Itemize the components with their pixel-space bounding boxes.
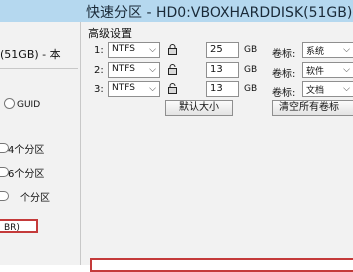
- guid-radio[interactable]: GUID: [4, 98, 40, 110]
- highlight-box: [90, 258, 353, 272]
- radio-custom-partitions-label: 个分区: [20, 193, 50, 204]
- volume-label-select-3[interactable]: 文档 ⌵: [302, 81, 353, 97]
- filesystem-select-2[interactable]: NTFS ⌵: [108, 62, 160, 78]
- volume-label-value: 系统: [306, 47, 325, 57]
- size-input-2[interactable]: 13: [206, 62, 239, 78]
- unlock-icon[interactable]: [168, 83, 177, 94]
- volume-label-value: 文档: [306, 86, 325, 96]
- partition-row-3: 3: NTFS ⌵ 13 GB 卷标: 文档 ⌵: [94, 81, 353, 99]
- radio-4-partitions-label: 4个分区: [8, 145, 45, 156]
- partition-row-2: 2: NTFS ⌵ 13 GB 卷标: 软件 ⌵: [94, 62, 353, 80]
- volume-label-select-1[interactable]: 系统 ⌵: [302, 42, 353, 58]
- chevron-down-icon: ⌵: [343, 65, 350, 75]
- filesystem-select-1[interactable]: NTFS ⌵: [108, 42, 160, 58]
- radio-6-partitions-label: 6个分区: [8, 169, 45, 180]
- row-number: 1:: [94, 45, 104, 56]
- row-number: 3:: [94, 84, 104, 95]
- chevron-down-icon: ⌵: [343, 45, 350, 55]
- volume-label-title: 卷标:: [272, 49, 296, 60]
- radio-dot-icon: [4, 98, 15, 109]
- filesystem-select-3[interactable]: NTFS ⌵: [108, 81, 160, 97]
- volume-label-title: 卷标:: [272, 69, 296, 80]
- volume-label-value: 软件: [306, 67, 325, 77]
- unlock-icon[interactable]: [168, 64, 177, 75]
- volume-label-title: 卷标:: [272, 88, 296, 99]
- volume-label-select-2[interactable]: 软件 ⌵: [302, 62, 353, 78]
- window-title: 快速分区 - HD0:VBOXHARDDISK(51GB): [86, 5, 353, 21]
- filesystem-value: NTFS: [112, 83, 135, 93]
- size-unit: GB: [244, 84, 258, 94]
- partition-row-1: 1: NTFS ⌵ 25 GB 卷标: 系统 ⌵: [94, 42, 353, 60]
- left-divider-line: [0, 68, 78, 69]
- advanced-settings-title: 高级设置: [88, 27, 132, 40]
- filesystem-value: NTFS: [112, 64, 135, 74]
- chevron-down-icon: ⌵: [149, 45, 156, 55]
- chevron-down-icon: ⌵: [343, 84, 350, 94]
- default-size-button[interactable]: 默认大小: [165, 100, 233, 116]
- guid-label: GUID: [17, 100, 41, 110]
- lock-icon[interactable]: [168, 44, 177, 55]
- mbr-option-highlight[interactable]: BR): [0, 219, 38, 233]
- title-bar: 快速分区 - HD0:VBOXHARDDISK(51GB): [0, 0, 353, 22]
- size-unit: GB: [244, 45, 258, 55]
- chevron-down-icon: ⌵: [149, 65, 156, 75]
- radio-custom-partitions-dot[interactable]: [0, 191, 9, 201]
- disk-size-label: (51GB) - 本: [0, 48, 61, 61]
- left-panel: (51GB) - 本 GUID 4个分区 6个分区 个分区 BR): [0, 22, 80, 265]
- dialog-body: (51GB) - 本 GUID 4个分区 6个分区 个分区 BR) 高级设置 1…: [0, 22, 353, 272]
- size-input-1[interactable]: 25: [206, 42, 239, 58]
- row-number: 2:: [94, 65, 104, 76]
- chevron-down-icon: ⌵: [149, 84, 156, 94]
- mbr-label: BR): [4, 223, 20, 233]
- size-unit: GB: [244, 65, 258, 75]
- size-input-3[interactable]: 13: [206, 81, 239, 97]
- clear-labels-button[interactable]: 清空所有卷标: [272, 100, 353, 116]
- panel-divider: [80, 22, 81, 265]
- filesystem-value: NTFS: [112, 44, 135, 54]
